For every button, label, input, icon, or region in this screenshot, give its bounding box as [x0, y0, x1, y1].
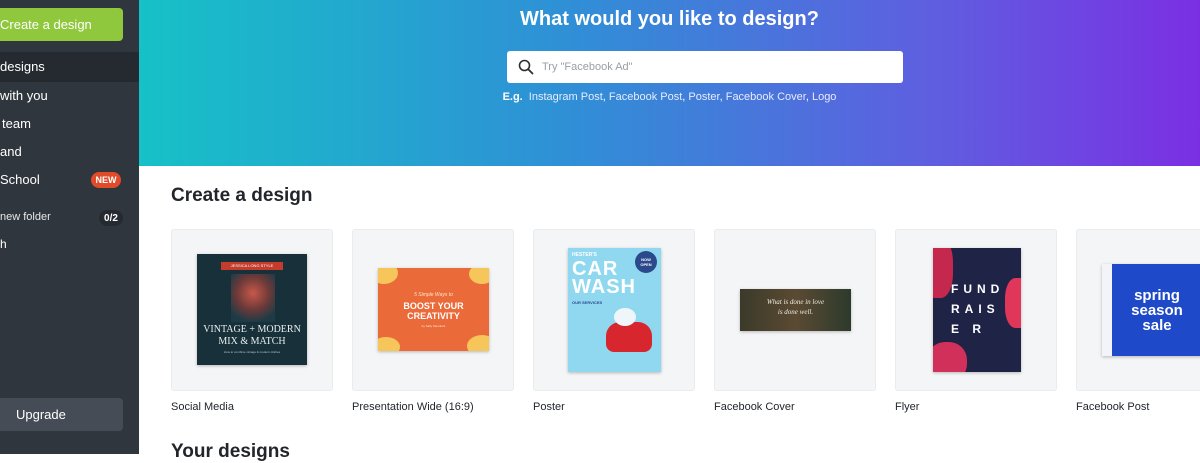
thumb-line-1: JESSICA LONG STYLE	[221, 262, 283, 270]
decor-blob	[378, 337, 400, 351]
sidebar-item-label: with you	[0, 88, 48, 103]
new-badge: NEW	[91, 172, 121, 188]
suggestions-prefix: E.g.	[502, 91, 523, 103]
car-shape	[606, 322, 652, 352]
sidebar-item-trash[interactable]: h	[0, 237, 7, 251]
thumb-badge: NOW OPEN	[635, 251, 657, 273]
decor-blob	[378, 268, 398, 284]
thumb-line-4: by Sally Mendoza	[421, 324, 446, 328]
thumb-line-2: season	[1131, 302, 1183, 319]
bubble-shape	[614, 308, 636, 326]
design-card-flyer[interactable]: FUND RAIS E R	[895, 229, 1057, 391]
design-card-social-media[interactable]: JESSICA LONG STYLE VINTAGE + MODERN MIX …	[171, 229, 333, 391]
thumb-line-2: VINTAGE + MODERN	[203, 324, 301, 335]
suggestion-facebook-cover[interactable]: Facebook Cover	[726, 91, 806, 103]
thumb-line-3: MIX & MATCH	[218, 336, 286, 347]
design-card-poster[interactable]: HESTER'S NOW OPEN CAR WASH OUR SERVICES	[533, 229, 695, 391]
sidebar-item-brand[interactable]: and	[0, 144, 22, 159]
thumb-line-3: E R	[951, 322, 987, 336]
facebook-post-thumbnail: spring season sale	[1102, 264, 1200, 356]
thumb-line-2: RAIS	[951, 302, 1000, 316]
thumb-line-1: 5 Simple Ways to	[414, 292, 453, 298]
create-design-label: Create a design	[0, 17, 92, 32]
thumb-line-4: How to combine vintage & modern clothes	[223, 350, 281, 354]
thumb-line-3: sale	[1142, 317, 1172, 334]
floral-shape	[1005, 278, 1021, 328]
decor-blob	[467, 335, 489, 351]
upgrade-label: Upgrade	[16, 407, 66, 422]
sidebar-item-label: School	[0, 172, 40, 187]
design-card-facebook-post[interactable]: spring season sale	[1076, 229, 1200, 391]
search-box[interactable]	[507, 51, 903, 83]
card-label-social-media: Social Media	[171, 401, 234, 413]
design-card-presentation[interactable]: 5 Simple Ways to BOOST YOUR CREATIVITY b…	[352, 229, 514, 391]
presentation-thumbnail: 5 Simple Ways to BOOST YOUR CREATIVITY b…	[378, 268, 489, 351]
facebook-cover-thumbnail: What is done in love is done well.	[740, 289, 851, 331]
thumb-line-1: FUND	[951, 282, 1005, 296]
sidebar-item-school[interactable]: School	[0, 172, 40, 187]
card-label-presentation: Presentation Wide (16:9)	[352, 401, 474, 413]
search-suggestions: E.g. Instagram Post, Facebook Post, Post…	[139, 91, 1200, 103]
create-section-title: Create a design	[171, 185, 313, 206]
card-label-facebook-post: Facebook Post	[1076, 401, 1150, 413]
sidebar-item-label: and	[0, 144, 22, 159]
design-card-facebook-cover[interactable]: What is done in love is done well.	[714, 229, 876, 391]
sidebar-item-designs[interactable]: designs	[0, 59, 45, 74]
suggestion-poster[interactable]: Poster	[688, 91, 719, 103]
thumb-line-3: WASH	[572, 276, 636, 298]
create-design-button[interactable]: Create a design	[0, 8, 123, 41]
poster-thumbnail: HESTER'S NOW OPEN CAR WASH OUR SERVICES	[568, 248, 661, 372]
thumb-line-1: What is done in love	[766, 298, 825, 306]
social-media-thumbnail: JESSICA LONG STYLE VINTAGE + MODERN MIX …	[197, 254, 307, 365]
new-folder-link[interactable]: new folder	[0, 211, 51, 223]
floral-shape	[933, 248, 953, 298]
suggestion-facebook-post[interactable]: Facebook Post	[609, 91, 682, 103]
sidebar: Create a design designs with you team an…	[0, 0, 151, 454]
folder-count-badge: 0/2	[99, 210, 123, 226]
hero-banner: What would you like to design? E.g. Inst…	[139, 0, 1200, 166]
flyer-thumbnail: FUND RAIS E R	[933, 248, 1021, 372]
floral-shape	[933, 342, 967, 372]
sidebar-item-shared-with-you[interactable]: with you	[0, 88, 48, 103]
photo-placeholder	[231, 274, 275, 322]
thumb-line-2: is done well.	[777, 308, 814, 316]
your-designs-title: Your designs	[171, 441, 290, 462]
hero-title: What would you like to design?	[520, 8, 819, 30]
card-label-facebook-cover: Facebook Cover	[714, 401, 795, 413]
new-folder-label: new folder	[0, 211, 51, 223]
upgrade-button[interactable]: Upgrade	[0, 398, 123, 431]
thumb-line-3: CREATIVITY	[407, 311, 460, 321]
card-label-flyer: Flyer	[895, 401, 920, 413]
thumb-line-2: BOOST YOUR	[403, 301, 464, 311]
sidebar-item-label: designs	[0, 59, 45, 74]
sidebar-item-team[interactable]: team	[2, 116, 31, 131]
sidebar-item-label: h	[0, 237, 7, 251]
thumb-line-4: OUR SERVICES	[572, 300, 603, 305]
sidebar-item-label: team	[2, 116, 31, 131]
suggestion-instagram-post[interactable]: Instagram Post	[529, 91, 603, 103]
card-label-poster: Poster	[533, 401, 565, 413]
suggestion-logo[interactable]: Logo	[812, 91, 836, 103]
thumb-line-1: spring	[1134, 287, 1180, 304]
search-icon	[518, 59, 534, 75]
search-input[interactable]	[542, 61, 882, 73]
decor-blob	[469, 268, 489, 284]
